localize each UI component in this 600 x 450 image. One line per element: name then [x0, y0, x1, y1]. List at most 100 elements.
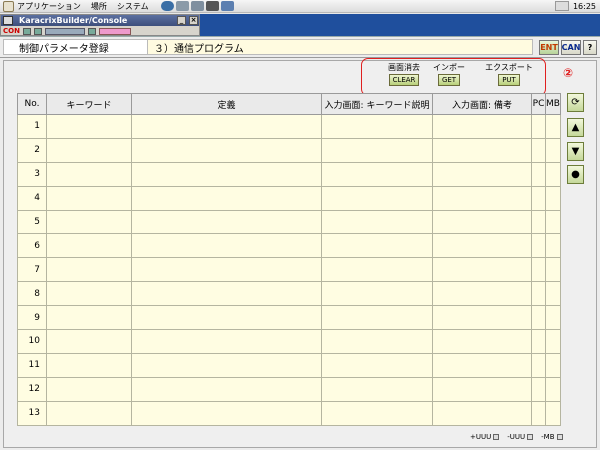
browser-launcher-icon[interactable] — [160, 1, 174, 11]
cell-keyword[interactable] — [46, 281, 132, 307]
cell-keyword-desc[interactable] — [321, 185, 433, 211]
cell-keyword-desc[interactable] — [321, 161, 433, 187]
cell-definition[interactable] — [131, 376, 322, 402]
table-row[interactable]: 7 — [17, 257, 561, 283]
table-row[interactable]: 3 — [17, 161, 561, 187]
table-row[interactable]: 4 — [17, 185, 561, 211]
table-row[interactable]: 11 — [17, 352, 561, 378]
cell-pc[interactable] — [531, 281, 546, 307]
cell-remarks[interactable] — [432, 114, 532, 139]
cell-pc[interactable] — [531, 137, 546, 163]
help-button[interactable]: ? — [583, 39, 597, 55]
cell-keyword[interactable] — [46, 305, 132, 331]
cell-definition[interactable] — [131, 329, 322, 354]
cell-remarks[interactable] — [432, 185, 532, 211]
table-row[interactable]: 9 — [17, 305, 561, 331]
cell-keyword-desc[interactable] — [321, 400, 433, 426]
cell-pc[interactable] — [531, 352, 546, 378]
cell-pc[interactable] — [531, 400, 546, 426]
menu-applications[interactable]: アプリケーション — [17, 1, 81, 12]
table-row[interactable]: 6 — [17, 233, 561, 259]
cell-remarks[interactable] — [432, 305, 532, 331]
cell-remarks[interactable] — [432, 329, 532, 354]
table-row[interactable]: 8 — [17, 281, 561, 307]
tray-icon[interactable] — [554, 1, 569, 11]
table-row[interactable]: 5 — [17, 209, 561, 235]
cell-keyword[interactable] — [46, 137, 132, 163]
scroll-up-button[interactable]: ▲ — [567, 118, 584, 137]
cell-definition[interactable] — [131, 209, 322, 235]
cell-definition[interactable] — [131, 233, 322, 259]
cell-pc[interactable] — [531, 233, 546, 259]
cell-keyword[interactable] — [46, 233, 132, 259]
editor-launcher-icon[interactable] — [220, 1, 234, 11]
cell-keyword[interactable] — [46, 185, 132, 211]
cell-mb[interactable] — [545, 352, 561, 378]
cell-mb[interactable] — [545, 161, 561, 187]
table-row[interactable]: 12 — [17, 376, 561, 402]
console-titlebar[interactable]: KaracrixBuilder/Console _ × — [1, 15, 199, 26]
table-row[interactable]: 13 — [17, 400, 561, 426]
cell-keyword[interactable] — [46, 209, 132, 235]
cell-keyword[interactable] — [46, 114, 132, 139]
cell-remarks[interactable] — [432, 209, 532, 235]
close-button[interactable]: × — [189, 16, 198, 25]
minus-selector[interactable]: -UUU — [507, 433, 534, 441]
table-row[interactable]: 2 — [17, 137, 561, 163]
cell-keyword-desc[interactable] — [321, 376, 433, 402]
cell-definition[interactable] — [131, 305, 322, 331]
cell-mb[interactable] — [545, 329, 561, 354]
cell-pc[interactable] — [531, 185, 546, 211]
foot-logo-icon[interactable] — [3, 0, 14, 12]
cell-remarks[interactable] — [432, 376, 532, 402]
ent-button[interactable]: ENT — [539, 39, 559, 55]
cell-remarks[interactable] — [432, 233, 532, 259]
cell-keyword-desc[interactable] — [321, 114, 433, 139]
cell-keyword-desc[interactable] — [321, 233, 433, 259]
cell-pc[interactable] — [531, 114, 546, 139]
console-tool-icon[interactable] — [22, 27, 31, 35]
cell-pc[interactable] — [531, 161, 546, 187]
cell-keyword[interactable] — [46, 400, 132, 426]
cell-pc[interactable] — [531, 376, 546, 402]
cell-mb[interactable] — [545, 257, 561, 283]
cell-keyword-desc[interactable] — [321, 305, 433, 331]
cell-keyword-desc[interactable] — [321, 209, 433, 235]
cell-keyword[interactable] — [46, 257, 132, 283]
cell-remarks[interactable] — [432, 281, 532, 307]
cell-remarks[interactable] — [432, 257, 532, 283]
cell-mb[interactable] — [545, 400, 561, 426]
cell-mb[interactable] — [545, 376, 561, 402]
can-button[interactable]: CAN — [561, 39, 581, 55]
cell-definition[interactable] — [131, 400, 322, 426]
select-button[interactable]: ● — [567, 165, 584, 184]
cell-definition[interactable] — [131, 185, 322, 211]
cell-mb[interactable] — [545, 185, 561, 211]
cell-pc[interactable] — [531, 209, 546, 235]
search-launcher-icon[interactable] — [190, 1, 204, 11]
menu-places[interactable]: 場所 — [91, 1, 107, 12]
cell-mb[interactable] — [545, 281, 561, 307]
cell-pc[interactable] — [531, 257, 546, 283]
cell-definition[interactable] — [131, 352, 322, 378]
cell-pc[interactable] — [531, 329, 546, 354]
cell-keyword-desc[interactable] — [321, 257, 433, 283]
cell-definition[interactable] — [131, 281, 322, 307]
cell-remarks[interactable] — [432, 352, 532, 378]
cell-definition[interactable] — [131, 257, 322, 283]
cell-keyword-desc[interactable] — [321, 329, 433, 354]
console-tool-icon[interactable] — [33, 27, 42, 35]
cell-remarks[interactable] — [432, 137, 532, 163]
cell-pc[interactable] — [531, 305, 546, 331]
minimize-button[interactable]: _ — [177, 16, 186, 25]
cell-mb[interactable] — [545, 114, 561, 139]
terminal-launcher-icon[interactable] — [205, 1, 219, 11]
table-row[interactable]: 10 — [17, 329, 561, 354]
cell-keyword[interactable] — [46, 352, 132, 378]
cell-remarks[interactable] — [432, 400, 532, 426]
cell-mb[interactable] — [545, 137, 561, 163]
mail-launcher-icon[interactable] — [175, 1, 189, 11]
cell-mb[interactable] — [545, 233, 561, 259]
cell-keyword[interactable] — [46, 329, 132, 354]
cell-keyword-desc[interactable] — [321, 281, 433, 307]
